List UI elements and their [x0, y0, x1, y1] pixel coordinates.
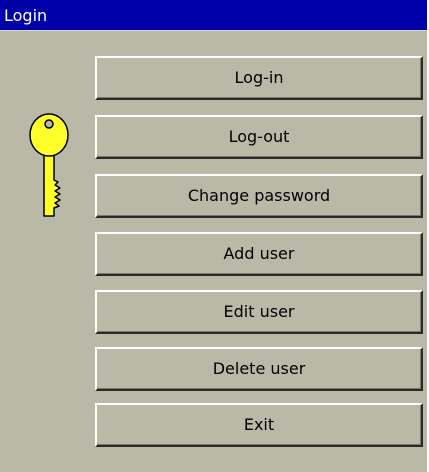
- logout-button[interactable]: Log-out: [95, 115, 423, 159]
- add-user-button[interactable]: Add user: [95, 232, 423, 276]
- login-button[interactable]: Log-in: [95, 56, 423, 100]
- window-title: Login: [0, 0, 427, 31]
- login-window: Login Log-in Log-out Change password Add…: [0, 0, 429, 472]
- exit-button[interactable]: Exit: [95, 403, 423, 447]
- edit-user-button[interactable]: Edit user: [95, 290, 423, 334]
- key-icon: [29, 113, 69, 217]
- change-password-button[interactable]: Change password: [95, 174, 423, 218]
- delete-user-button[interactable]: Delete user: [95, 347, 423, 391]
